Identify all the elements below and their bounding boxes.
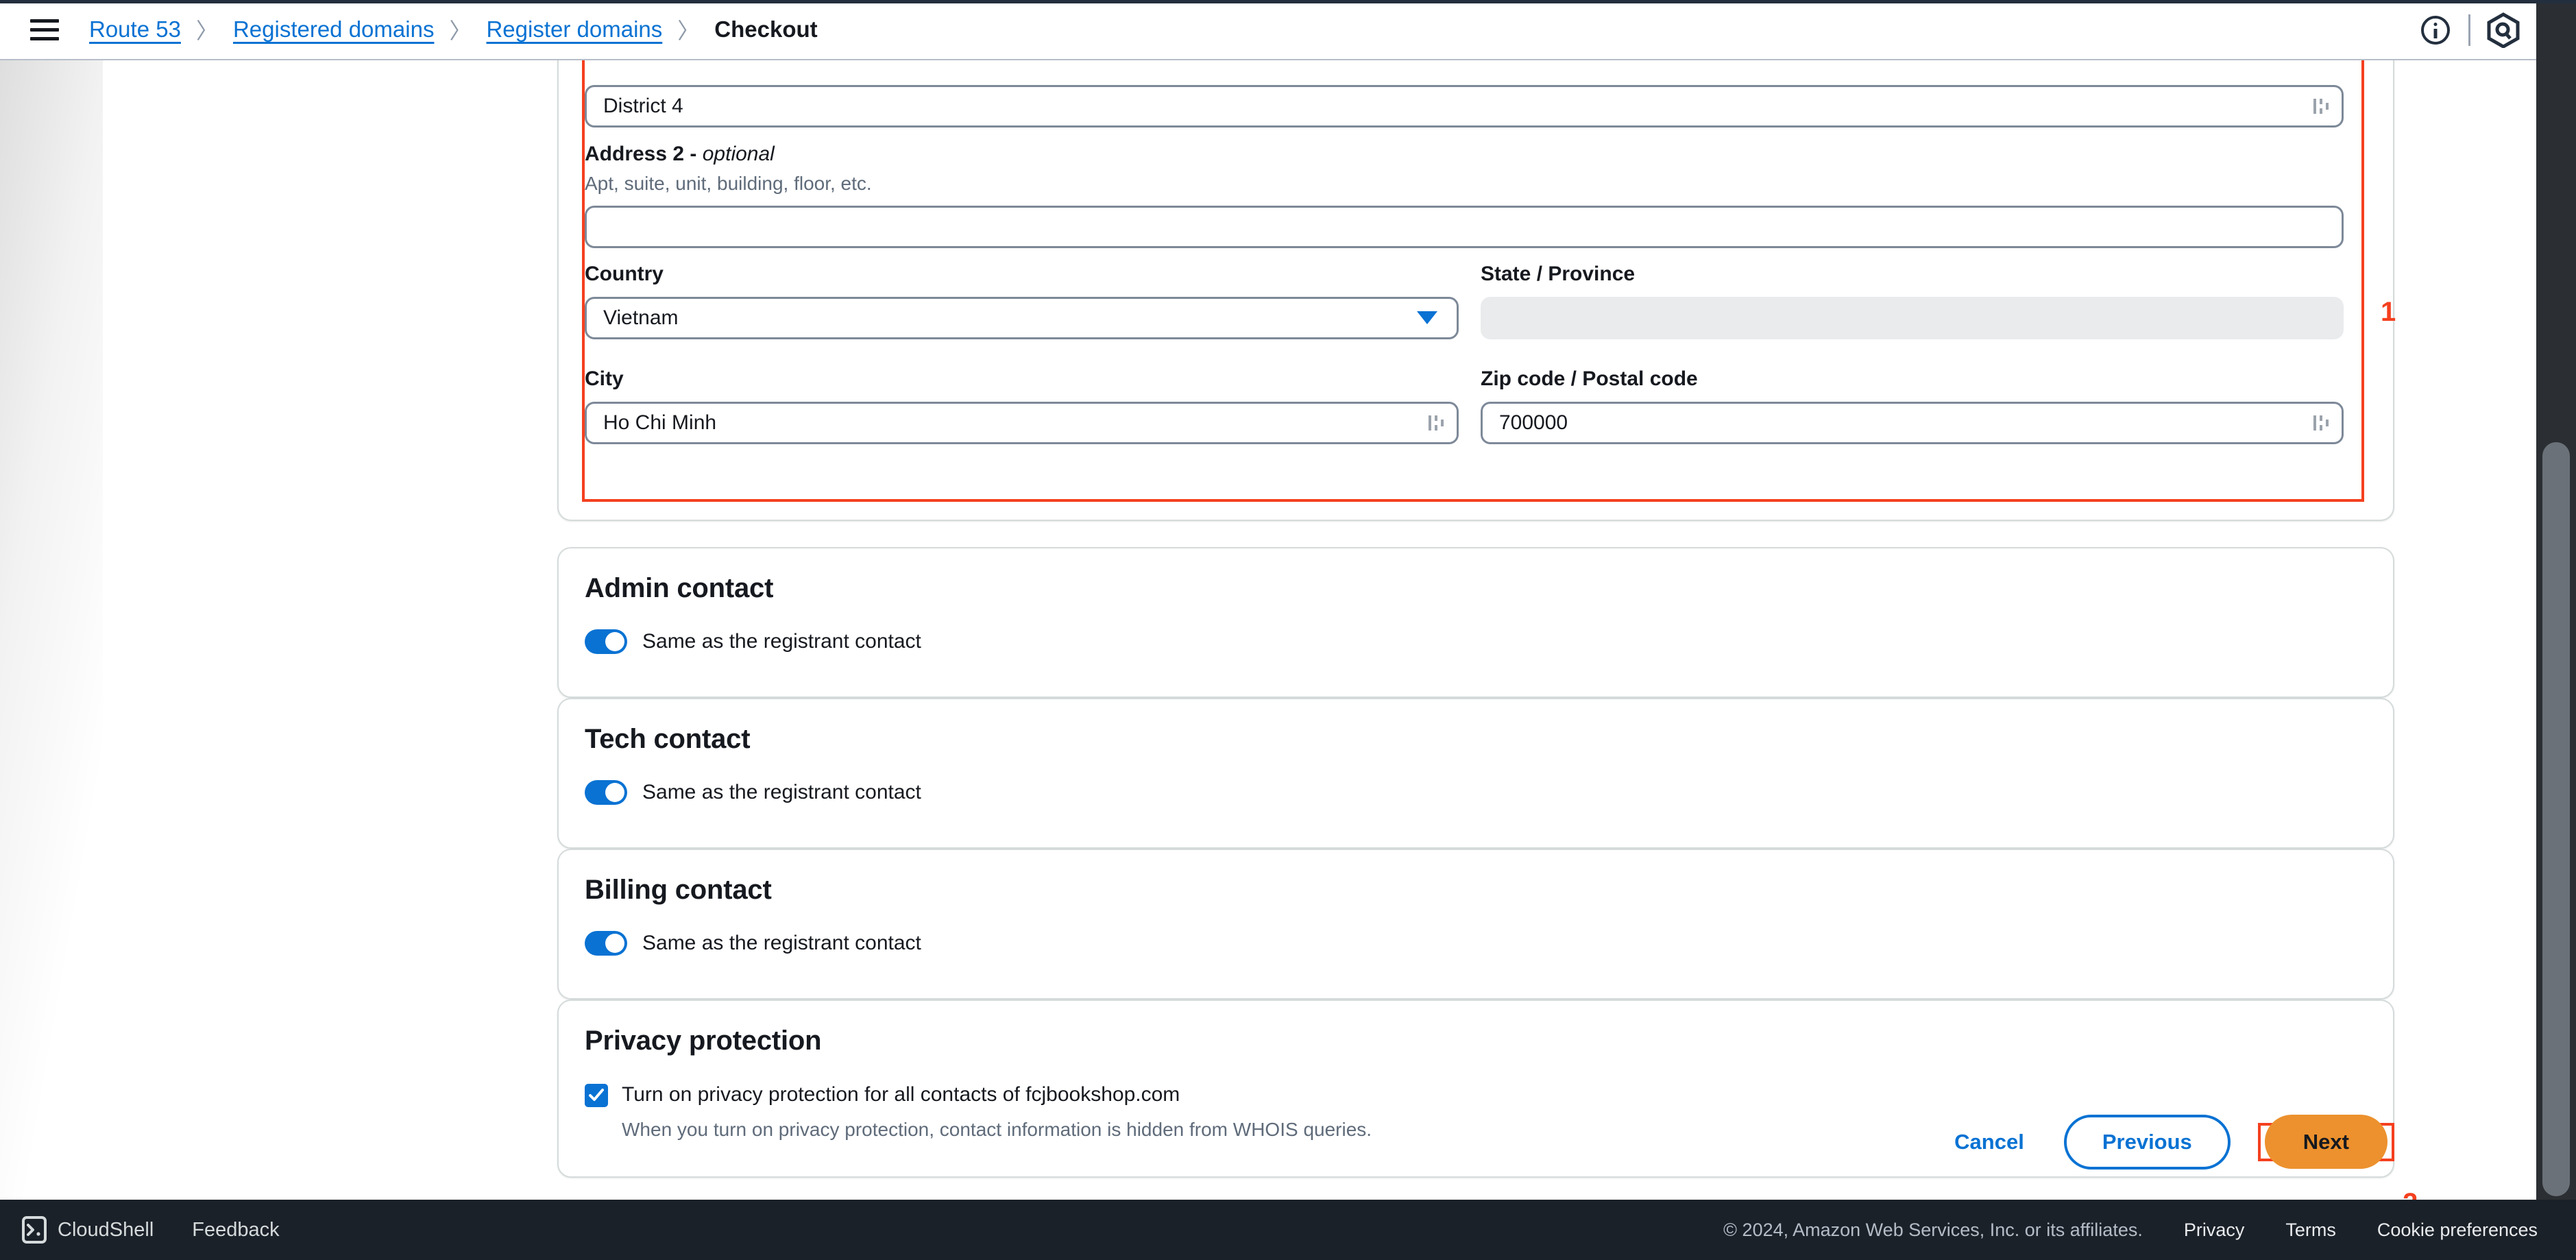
city-label: City <box>585 367 624 390</box>
tech-same-as-registrant-toggle[interactable] <box>585 780 627 805</box>
address2-hint: Apt, suite, unit, building, floor, etc. <box>585 172 872 194</box>
billing-contact-toggle-row[interactable]: Same as the registrant contact <box>585 931 921 956</box>
billing-contact-title: Billing contact <box>585 875 772 905</box>
country-value: Vietnam <box>603 306 679 329</box>
annotation-label-1: 1 <box>2381 297 2396 327</box>
tech-contact-toggle-row[interactable]: Same as the registrant contact <box>585 780 921 805</box>
info-circle-icon[interactable] <box>2403 0 2468 60</box>
hamburger-menu-icon[interactable] <box>30 16 62 43</box>
bottom-status-bar: CloudShell Feedback © 2024, Amazon Web S… <box>0 1200 2576 1260</box>
breadcrumb-item-registered-domains[interactable]: Registered domains <box>233 16 435 43</box>
annotation-label-2: 2 <box>2403 1188 2418 1200</box>
cloudshell-button[interactable]: CloudShell <box>22 1216 154 1244</box>
main-content: District 4 Address 2 - optional Apt, sui… <box>0 60 2536 1200</box>
page-scrollbar-track[interactable] <box>2536 3 2576 1200</box>
checkmark-icon <box>589 1089 604 1101</box>
tech-toggle-label: Same as the registrant contact <box>642 781 921 803</box>
admin-same-as-registrant-toggle[interactable] <box>585 629 627 654</box>
cookie-preferences-link[interactable]: Cookie preferences <box>2377 1220 2538 1241</box>
page-scrollbar-thumb[interactable] <box>2542 442 2570 1196</box>
privacy-protection-title: Privacy protection <box>585 1026 822 1056</box>
country-label: Country <box>585 263 664 285</box>
billing-toggle-label: Same as the registrant contact <box>642 932 921 954</box>
feedback-label: Feedback <box>192 1218 280 1241</box>
privacy-checkbox-label: Turn on privacy protection for all conta… <box>622 1083 1180 1106</box>
city-input[interactable]: Ho Chi Minh <box>585 401 1459 444</box>
tech-contact-title: Tech contact <box>585 724 751 754</box>
copyright-text: © 2024, Amazon Web Services, Inc. or its… <box>1723 1219 2143 1240</box>
breadcrumb-item-route-53[interactable]: Route 53 <box>89 16 181 43</box>
next-button-annotation-box: Next <box>2257 1115 2394 1169</box>
cloudshell-terminal-icon <box>22 1216 47 1244</box>
field-indicator-icon <box>1429 415 1444 431</box>
zip-input[interactable]: 700000 <box>1481 401 2344 444</box>
city-value: Ho Chi Minh <box>603 411 717 434</box>
state-label: State / Province <box>1481 263 1636 285</box>
top-header-bar: Route 53 〉 Registered domains 〉 Register… <box>0 0 2536 60</box>
state-input[interactable] <box>1481 296 2344 339</box>
next-button[interactable]: Next <box>2264 1115 2387 1169</box>
country-select[interactable]: Vietnam <box>585 296 1459 339</box>
breadcrumb-item-checkout: Checkout <box>714 16 818 42</box>
address2-input[interactable] <box>585 205 2344 248</box>
field-indicator-icon <box>2313 99 2329 114</box>
address1-input[interactable]: District 4 <box>585 85 2344 128</box>
breadcrumb-separator-icon: 〉 <box>449 19 472 43</box>
previous-button[interactable]: Previous <box>2063 1115 2231 1170</box>
breadcrumb: Route 53 〉 Registered domains 〉 Register… <box>89 14 818 45</box>
billing-contact-card: Billing contact Same as the registrant c… <box>557 849 2394 999</box>
admin-contact-title: Admin contact <box>585 573 774 603</box>
top-accent-strip <box>0 0 2576 3</box>
privacy-link[interactable]: Privacy <box>2184 1220 2245 1241</box>
breadcrumb-separator-icon: 〉 <box>677 19 700 43</box>
terms-link[interactable]: Terms <box>2285 1220 2336 1241</box>
address1-value: District 4 <box>603 95 683 117</box>
cancel-button[interactable]: Cancel <box>1942 1130 2037 1154</box>
address2-label: Address 2 - optional <box>585 143 775 165</box>
header-actions <box>2403 0 2536 60</box>
admin-toggle-label: Same as the registrant contact <box>642 630 921 653</box>
amazon-q-icon[interactable] <box>2470 0 2536 60</box>
privacy-protection-checkbox[interactable] <box>585 1084 608 1107</box>
admin-contact-toggle-row[interactable]: Same as the registrant contact <box>585 629 921 654</box>
zip-label: Zip code / Postal code <box>1481 367 1698 390</box>
admin-contact-card: Admin contact Same as the registrant con… <box>557 547 2394 698</box>
cloudshell-label: CloudShell <box>58 1218 154 1241</box>
feedback-button[interactable]: Feedback <box>192 1219 279 1241</box>
form-actions: Cancel Previous Next <box>1942 1115 2394 1170</box>
tech-contact-card: Tech contact Same as the registrant cont… <box>557 698 2394 849</box>
billing-same-as-registrant-toggle[interactable] <box>585 931 627 956</box>
zip-value: 700000 <box>1499 411 1568 434</box>
breadcrumb-item-register-domains[interactable]: Register domains <box>486 16 662 43</box>
field-indicator-icon <box>2313 415 2329 431</box>
privacy-description: When you turn on privacy protection, con… <box>622 1118 1372 1140</box>
breadcrumb-separator-icon: 〉 <box>195 19 218 43</box>
registrant-address-card: District 4 Address 2 - optional Apt, sui… <box>557 60 2394 521</box>
chevron-down-icon <box>1417 311 1437 324</box>
address2-optional-tag: optional <box>702 143 775 165</box>
